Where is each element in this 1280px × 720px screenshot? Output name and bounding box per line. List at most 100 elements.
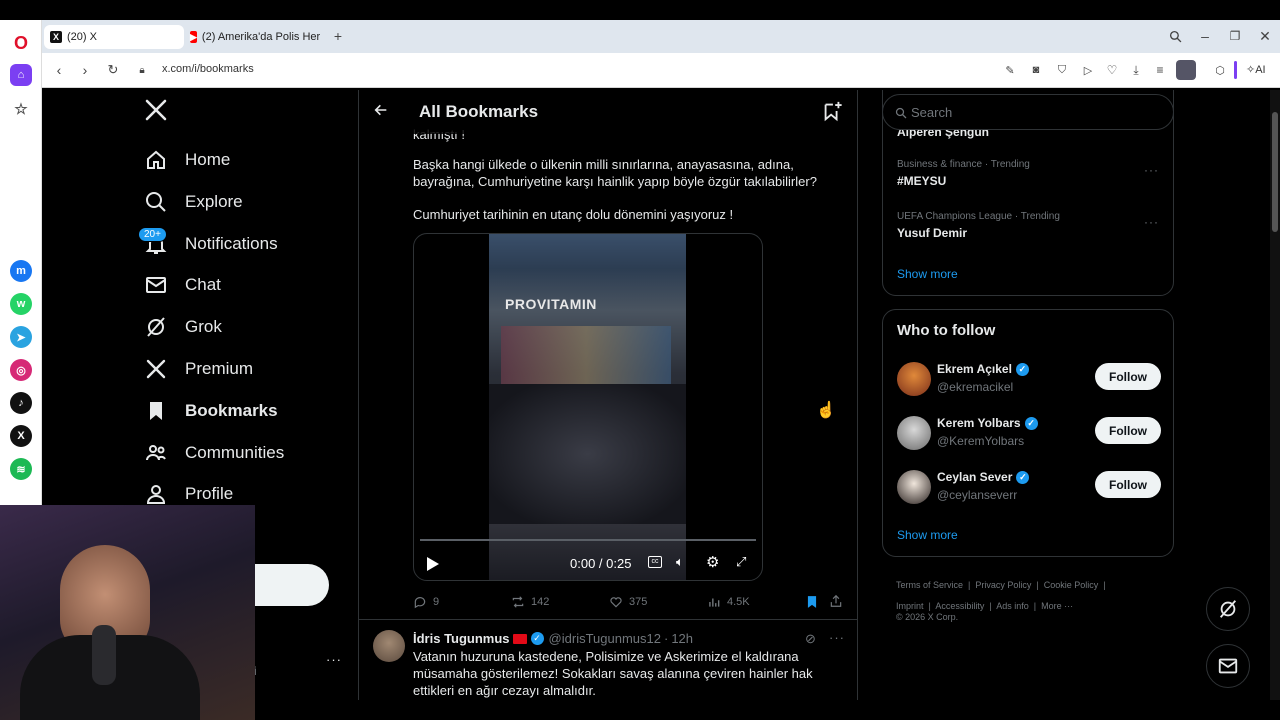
share-icon[interactable]: [829, 594, 843, 613]
footer-terms[interactable]: Terms of Service: [896, 580, 963, 590]
trend-item[interactable]: UEFA Champions League · Trending Yusuf D…: [897, 211, 1161, 240]
follow-suggestion[interactable]: Ekrem Açıkel ✓ @ekremacikel Follow: [897, 360, 1161, 400]
camera-icon[interactable]: ◙: [1028, 62, 1044, 78]
volume-icon[interactable]: 🔈︎: [676, 554, 684, 570]
footer-privacy[interactable]: Privacy Policy: [975, 580, 1031, 590]
play-icon[interactable]: [426, 556, 440, 577]
tweet2-author-name[interactable]: İdris Tugunmus: [413, 631, 510, 646]
messages-fab[interactable]: [1206, 644, 1250, 688]
tab-x[interactable]: X (20) X: [44, 25, 184, 49]
tab-search-icon[interactable]: [1166, 27, 1184, 45]
back-arrow-icon[interactable]: [373, 102, 389, 123]
follow-button[interactable]: Follow: [1095, 417, 1161, 444]
edit-icon[interactable]: ✎: [1002, 62, 1018, 78]
post-button[interactable]: [244, 564, 329, 606]
account-menu-icon[interactable]: ···: [326, 652, 342, 667]
trends-show-more[interactable]: Show more: [897, 267, 958, 281]
tab-youtube[interactable]: ▶ (2) Amerika'da Polis Her Ş...: [184, 25, 322, 49]
captions-icon[interactable]: cc: [648, 556, 662, 568]
bookmark-folder-icon[interactable]: [821, 100, 843, 127]
whatsapp-icon[interactable]: w: [10, 293, 32, 315]
nav-explore[interactable]: Explore: [144, 184, 243, 220]
trend-item[interactable]: Business & finance · Trending #MEYSU: [897, 159, 1161, 188]
nav-bookmarks[interactable]: Bookmarks: [144, 393, 278, 429]
search-input[interactable]: Search: [882, 94, 1174, 130]
x-logo-icon: [146, 359, 166, 379]
profile-avatar-icon[interactable]: [1176, 60, 1196, 80]
webcam-overlay: [0, 505, 255, 720]
views-action[interactable]: 4.5K: [707, 595, 750, 609]
follow-suggestion[interactable]: Ceylan Sever ✓ @ceylanseverr Follow: [897, 468, 1161, 508]
bookmarked-icon[interactable]: [805, 594, 819, 615]
video-progress-track[interactable]: [420, 539, 756, 541]
url-field[interactable]: x.com/i/bookmarks: [162, 63, 254, 75]
grok-fab[interactable]: [1206, 587, 1250, 631]
nav-communities[interactable]: Communities: [144, 435, 284, 471]
download-icon[interactable]: ⤓: [1128, 62, 1144, 78]
repost-action[interactable]: 142: [511, 595, 549, 609]
footer-ads-info[interactable]: Ads info: [996, 601, 1029, 611]
tweet-paragraph-2: Cumhuriyet tarihinin en utanç dolu dönem…: [413, 207, 734, 222]
user-handle: @ceylanseverr: [937, 488, 1018, 502]
nav-grok[interactable]: Grok: [144, 309, 222, 345]
messenger-icon[interactable]: m: [10, 260, 32, 282]
ai-button[interactable]: ✧AI: [1246, 63, 1266, 76]
avatar[interactable]: [897, 416, 931, 450]
instagram-icon[interactable]: ◎: [10, 359, 32, 381]
x-favicon-icon: X: [50, 31, 62, 43]
footer-accessibility[interactable]: Accessibility: [935, 601, 984, 611]
shield-icon[interactable]: ⛉: [1054, 62, 1070, 78]
video-player[interactable]: PROVITAMIN 0:00 / 0:25 cc 🔈︎ ⚙ ⤢: [413, 233, 763, 581]
tab-youtube-label: (2) Amerika'da Polis Her Ş...: [201, 31, 322, 43]
settings-icon[interactable]: ⚙: [706, 553, 719, 571]
restore-icon[interactable]: ❐: [1226, 27, 1244, 45]
scrollbar[interactable]: [1270, 90, 1280, 700]
nav-chat[interactable]: Chat: [144, 267, 221, 303]
workspace-icon[interactable]: ⌂: [10, 64, 32, 86]
new-tab-icon[interactable]: +: [330, 28, 346, 44]
heart-icon[interactable]: ♡: [1104, 62, 1120, 78]
fullscreen-icon[interactable]: ⤢: [736, 554, 746, 570]
grok-icon[interactable]: ⊘: [805, 631, 816, 647]
follow-show-more[interactable]: Show more: [897, 528, 958, 542]
close-window-icon[interactable]: ✕: [1256, 27, 1274, 45]
tweet2-time[interactable]: 12h: [671, 631, 693, 646]
footer-imprint[interactable]: Imprint: [896, 601, 924, 611]
avatar[interactable]: [897, 362, 931, 396]
back-icon[interactable]: ‹: [50, 61, 68, 79]
mail-icon: [1218, 658, 1238, 674]
trend-more-icon[interactable]: ···: [1144, 163, 1159, 177]
follow-button[interactable]: Follow: [1095, 363, 1161, 390]
pinboard-icon[interactable]: ☆: [10, 98, 32, 120]
reply-action[interactable]: 9: [413, 595, 439, 609]
microphone-icon: [92, 625, 116, 685]
avatar[interactable]: [897, 470, 931, 504]
x-logo-icon[interactable]: [144, 98, 168, 127]
forward-icon[interactable]: ›: [76, 61, 94, 79]
reload-icon[interactable]: ↻: [104, 61, 122, 79]
bookmark-icon: [150, 402, 162, 420]
follow-button[interactable]: Follow: [1095, 471, 1161, 498]
verified-icon: ✓: [530, 632, 544, 645]
more-icon[interactable]: ···: [829, 630, 845, 645]
menu-icon[interactable]: ≡: [1152, 62, 1168, 78]
follow-suggestion[interactable]: Kerem Yolbars ✓ @KeremYolbars Follow: [897, 414, 1161, 454]
cube-icon[interactable]: ⬡: [1212, 62, 1228, 78]
minimize-icon[interactable]: –: [1196, 27, 1214, 45]
opera-logo-icon[interactable]: O: [10, 32, 32, 54]
telegram-icon[interactable]: ➤: [10, 326, 32, 348]
footer-more[interactable]: More ···: [1041, 601, 1073, 611]
footer-cookie[interactable]: Cookie Policy: [1044, 580, 1099, 590]
scrollbar-thumb[interactable]: [1272, 112, 1278, 232]
x-app-icon[interactable]: X: [10, 425, 32, 447]
play-icon[interactable]: ▷: [1080, 62, 1096, 78]
like-action[interactable]: 375: [609, 595, 647, 609]
nav-premium[interactable]: Premium: [144, 351, 253, 387]
trend-more-icon[interactable]: ···: [1144, 215, 1159, 229]
avatar[interactable]: [373, 630, 405, 662]
nav-home[interactable]: Home: [144, 142, 230, 178]
tiktok-icon[interactable]: ♪: [10, 392, 32, 414]
spotify-icon[interactable]: ≋: [10, 458, 32, 480]
tweet2-handle[interactable]: @idrisTugunmus12: [549, 631, 661, 646]
nav-explore-label: Explore: [185, 192, 243, 211]
